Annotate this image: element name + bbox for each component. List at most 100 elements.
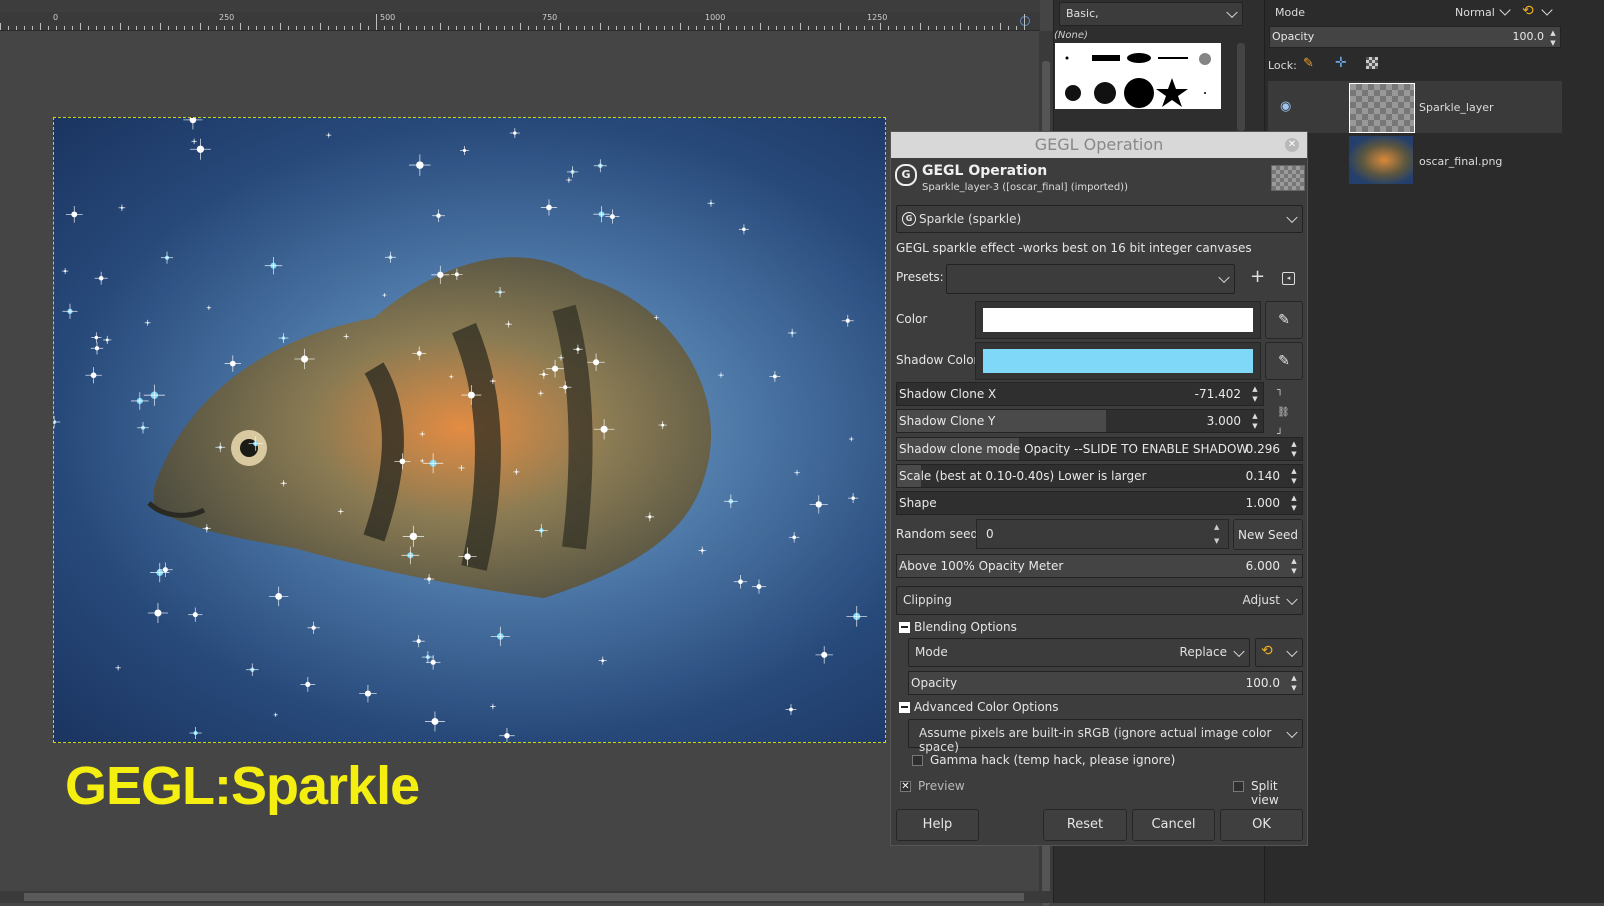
ruler-tick	[64, 26, 65, 30]
blend-mode-select[interactable]: Mode Replace	[908, 638, 1250, 667]
ruler-tick	[696, 26, 697, 30]
ruler-tick	[296, 26, 297, 30]
operation-select[interactable]: G Sparkle (sparkle)	[896, 205, 1303, 233]
ruler-tick	[472, 26, 473, 30]
sparkle-star	[566, 166, 579, 178]
dialog-titlebar[interactable]: GEGL Operation ✕	[891, 132, 1307, 158]
color-space-select[interactable]: Assume pixels are built-in sRGB (ignore …	[908, 719, 1303, 754]
spin-arrows-icon[interactable]: ▲ ▼	[1289, 493, 1299, 513]
shadow-clone-x-slider[interactable]: Shadow Clone X -71.402 ▲ ▼	[896, 382, 1264, 406]
shadow-color-button[interactable]	[975, 342, 1261, 380]
sparkle-star	[505, 320, 512, 328]
eyedropper-icon: ✎	[1278, 353, 1290, 369]
split-view-checkbox[interactable]	[1233, 781, 1244, 792]
collapse-icon[interactable]	[899, 702, 910, 713]
color-picker-button[interactable]: ✎	[1265, 301, 1303, 339]
spin-arrows-icon[interactable]: ▲ ▼	[1289, 673, 1299, 693]
slider-fill	[909, 672, 1302, 694]
brush-scrollbar[interactable]	[1237, 43, 1245, 131]
chevron-down-icon[interactable]	[1541, 4, 1553, 16]
sparkle-star	[224, 355, 241, 372]
sparkle-star	[587, 353, 605, 371]
sparkle-star	[449, 374, 454, 379]
sparkle-star	[206, 305, 212, 310]
sparkle-star	[751, 579, 767, 594]
layer-mode-value[interactable]: Normal	[1455, 6, 1495, 19]
preset-menu-icon[interactable]: ◂	[1282, 272, 1295, 285]
help-button[interactable]: Help	[896, 809, 979, 841]
shadow-opacity-slider[interactable]: Shadow clone mode Opacity --SLIDE TO ENA…	[896, 437, 1303, 461]
layer-opacity-slider[interactable]: Opacity 100.0 ▲ ▼	[1269, 26, 1561, 48]
blend-opacity-slider[interactable]: Opacity 100.0 ▲ ▼	[908, 671, 1303, 695]
spin-arrows-icon[interactable]: ▲ ▼	[1250, 411, 1260, 431]
chevron-down-icon	[1226, 6, 1238, 19]
ruler-tick	[128, 26, 129, 30]
ruler-tick	[208, 26, 209, 30]
reset-mode-icon[interactable]: ⟲	[1522, 3, 1534, 19]
brush-grid[interactable]	[1055, 43, 1221, 109]
sparkle-star	[307, 621, 320, 634]
advanced-color-options-label[interactable]: Advanced Color Options	[914, 700, 1059, 714]
gamma-hack-checkbox[interactable]	[912, 755, 923, 766]
ruler-tick	[744, 26, 745, 30]
eye-icon[interactable]: ◉	[1280, 99, 1291, 114]
reset-button[interactable]: Reset	[1043, 809, 1127, 841]
lock-position-icon[interactable]: ✛	[1335, 55, 1347, 71]
sparkle-star	[809, 495, 828, 514]
shadow-clone-y-slider[interactable]: Shadow Clone Y 3.000 ▲ ▼	[896, 409, 1264, 433]
layer-row[interactable]: oscar_final.png	[1268, 136, 1562, 186]
spin-arrows-icon[interactable]: ▲ ▼	[1289, 556, 1299, 576]
image-canvas[interactable]	[53, 117, 886, 743]
presets-select[interactable]	[946, 264, 1235, 294]
ruler-tick	[520, 23, 521, 30]
sparkle-star	[90, 342, 104, 355]
chain-link-icon[interactable]: ┐ ⛓ ┘	[1277, 385, 1290, 440]
horizontal-scrollbar[interactable]	[0, 891, 1053, 903]
ruler-tick	[528, 26, 529, 30]
zoom-navigate-icon[interactable]	[1020, 16, 1030, 26]
ruler-tick	[568, 26, 569, 30]
ruler-tick	[760, 23, 761, 30]
ruler-tick	[824, 26, 825, 30]
ruler-tick	[888, 26, 889, 30]
sparkle-star	[559, 381, 572, 394]
preview-checkbox[interactable]: ✕	[900, 781, 911, 792]
scroll-thumb[interactable]	[24, 893, 1024, 901]
add-preset-icon[interactable]: +	[1250, 266, 1265, 287]
ruler-tick	[840, 23, 841, 30]
brush-none-label: (None)	[1054, 30, 1088, 41]
ruler-tick	[96, 26, 97, 30]
random-seed-input[interactable]: 0	[976, 519, 1229, 549]
cancel-button[interactable]: Cancel	[1132, 809, 1215, 841]
ok-button[interactable]: OK	[1220, 809, 1303, 841]
brush-preset-select[interactable]: Basic,	[1059, 2, 1243, 26]
layer-row[interactable]: ◉ Sparkle_layer	[1268, 81, 1562, 133]
spin-arrows-icon[interactable]: ▲ ▼	[1289, 439, 1299, 459]
scale-slider[interactable]: Scale (best at 0.10-0.40s) Lower is larg…	[896, 464, 1303, 488]
ruler-tick	[704, 26, 705, 30]
clipping-select[interactable]: Clipping Adjust	[896, 586, 1303, 615]
blending-options-label[interactable]: Blending Options	[914, 620, 1017, 634]
lock-paint-icon[interactable]: ✎	[1303, 56, 1314, 71]
slider-value: -71.402	[1194, 387, 1241, 401]
close-icon[interactable]: ✕	[1285, 138, 1299, 152]
collapse-icon[interactable]	[899, 622, 910, 633]
chevron-down-icon[interactable]	[1499, 4, 1511, 16]
shadow-color-picker-button[interactable]: ✎	[1265, 342, 1303, 380]
random-seed-value: 0	[986, 527, 994, 541]
shape-slider[interactable]: Shape 1.000 ▲ ▼	[896, 491, 1303, 515]
sparkle-star	[91, 332, 102, 343]
opacity-meter-slider[interactable]: Above 100% Opacity Meter 6.000 ▲ ▼	[896, 554, 1303, 578]
ruler-tick	[424, 26, 425, 30]
spin-arrows-icon[interactable]: ▲ ▼	[1548, 28, 1558, 47]
spin-arrows-icon[interactable]: ▲ ▼	[1214, 520, 1219, 548]
spin-arrows-icon[interactable]: ▲ ▼	[1250, 384, 1260, 404]
new-seed-button[interactable]: New Seed	[1233, 519, 1303, 550]
lock-alpha-icon[interactable]	[1366, 57, 1378, 69]
sparkle-star	[423, 453, 444, 474]
spin-arrows-icon[interactable]: ▲ ▼	[1289, 466, 1299, 486]
color-button[interactable]	[975, 301, 1261, 339]
eyedropper-icon: ✎	[1278, 312, 1290, 328]
reset-blend-mode-button[interactable]: ⟲	[1255, 638, 1303, 667]
ruler-tick	[200, 23, 201, 30]
